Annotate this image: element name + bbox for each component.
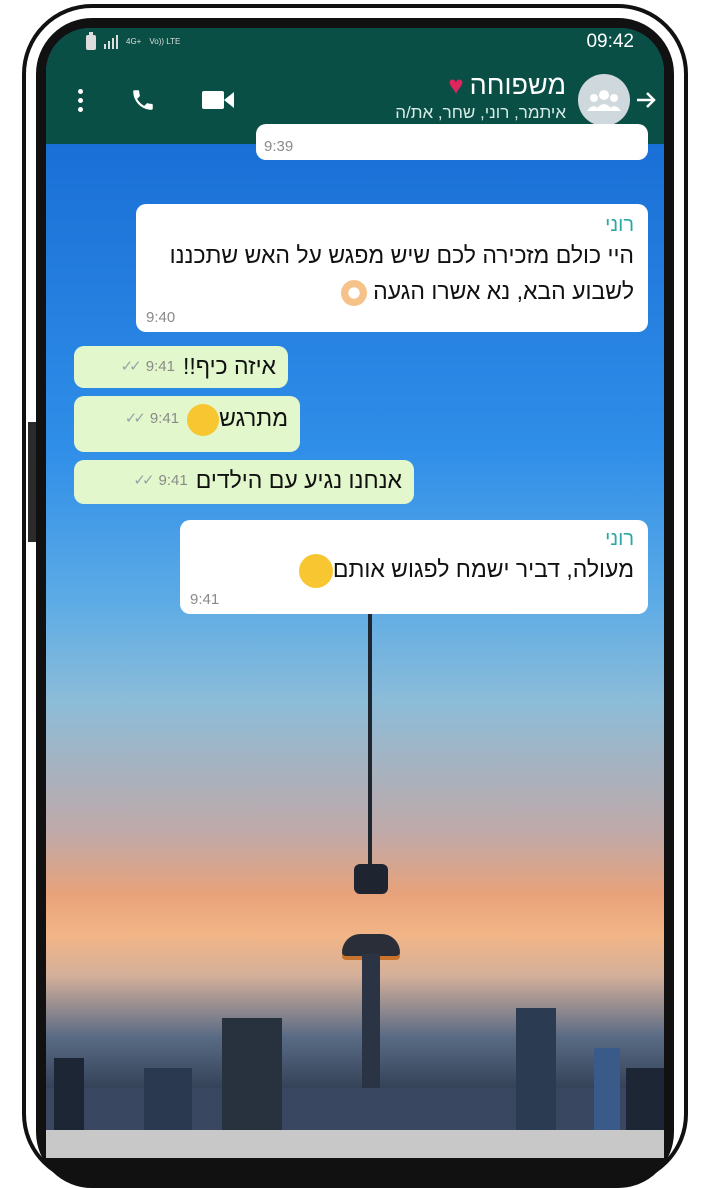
message-text: איזה כיף!! (182, 353, 276, 379)
chat-area[interactable]: 9:39 רוני היי כולם מזכירה לכם שיש מפגש ע… (46, 124, 664, 1158)
smiling-face-icon (298, 553, 333, 588)
message-sender: רוני (605, 528, 634, 550)
double-check-icon: ✓✓ (133, 472, 154, 489)
message-text: היי כולם מזכירה לכם שיש מפגש על האש שתכנ… (169, 242, 634, 306)
chat-title: משפוחה ♥ (395, 70, 566, 101)
heart-icon: ♥ (448, 70, 464, 100)
message-time: 9:41 (190, 591, 220, 608)
message-bubble[interactable]: מתרגש 9:41 ✓✓ (74, 396, 300, 452)
message-sender: רוני (605, 214, 634, 236)
message-text: מעולה, דביר ישמח לפגוש אותם (194, 551, 634, 588)
tower-spire (368, 604, 372, 894)
message-time: 9:39 (264, 138, 294, 155)
message-bubble[interactable]: איזה כיף!! 9:41 ✓✓ (74, 346, 288, 388)
status-bar: 4G+ Vo)) LTE 09:42 (46, 28, 664, 56)
chat-title-block[interactable]: משפוחה ♥ איתמר, רוני, שחר, את/ה (395, 70, 566, 123)
message-text: מתרגש (187, 400, 288, 436)
status-icons: 4G+ Vo)) LTE (86, 31, 181, 50)
message-text: אנחנו נגיע עם הילדים (195, 467, 402, 493)
message-bubble[interactable]: 9:39 (256, 124, 648, 160)
message-bubble[interactable]: אנחנו נגיע עם הילדים 9:41 ✓✓ (74, 460, 414, 504)
volte-badge: Vo)) LTE (149, 37, 181, 46)
network-badge: 4G+ (126, 37, 142, 46)
message-time: 9:41 (149, 409, 180, 427)
screen: 4G+ Vo)) LTE 09:42 משפוחה ♥ איתמר, רוני,… (46, 28, 664, 1158)
tower-pod-upper (354, 864, 388, 894)
signal-icon (104, 35, 118, 49)
status-time: 09:42 (586, 31, 634, 52)
phone-icon[interactable] (126, 56, 160, 144)
chat-title-text: משפוחה (469, 70, 566, 100)
battery-icon (86, 31, 96, 50)
double-check-icon: ✓✓ (124, 410, 146, 427)
message-time: 9:41 (145, 357, 175, 375)
input-bar[interactable] (46, 1130, 664, 1158)
star-struck-icon (187, 403, 220, 436)
message-bubble[interactable]: רוני היי כולם מזכירה לכם שיש מפגש על האש… (136, 204, 648, 332)
chat-members: איתמר, רוני, שחר, את/ה (395, 103, 566, 122)
more-vert-icon[interactable] (70, 56, 90, 144)
message-time: 9:41 (158, 471, 188, 489)
group-avatar-icon[interactable] (578, 74, 630, 126)
tower-pod-main (342, 934, 400, 956)
videocam-icon[interactable] (198, 56, 238, 144)
double-check-icon: ✓✓ (120, 358, 142, 375)
message-time: 9:40 (146, 309, 176, 326)
message-bubble[interactable]: רוני מעולה, דביר ישמח לפגוש אותם 9:41 (180, 520, 648, 614)
ok-hand-icon (340, 279, 367, 306)
